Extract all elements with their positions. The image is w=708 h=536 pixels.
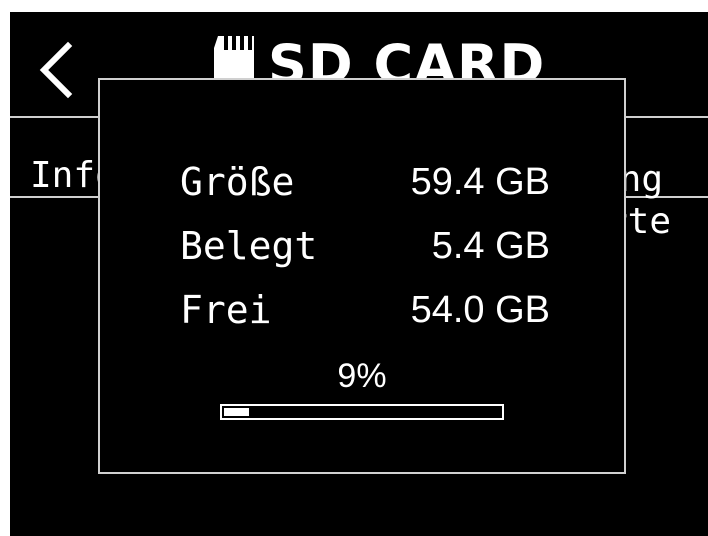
usage-progress-bar xyxy=(220,404,504,420)
used-value: 5.4 GB xyxy=(431,225,550,267)
sd-card-info-dialog: Größe 59.4 GB Belegt 5.4 GB Frei 54.0 GB… xyxy=(98,78,626,474)
used-row: Belegt 5.4 GB xyxy=(180,222,550,270)
size-label: Größe xyxy=(180,160,295,204)
usage-percent: 9% xyxy=(337,357,387,395)
free-row: Frei 54.0 GB xyxy=(180,286,550,334)
usage-progress-fill xyxy=(224,408,249,416)
used-label: Belegt xyxy=(180,224,318,268)
free-value: 54.0 GB xyxy=(410,289,550,331)
free-label: Frei xyxy=(180,288,272,332)
chevron-left-icon[interactable] xyxy=(36,40,76,100)
size-value: 59.4 GB xyxy=(410,161,550,203)
device-screen: SD CARD Info ung rte Größe 59.4 GB Beleg… xyxy=(10,12,708,536)
size-row: Größe 59.4 GB xyxy=(180,158,550,206)
